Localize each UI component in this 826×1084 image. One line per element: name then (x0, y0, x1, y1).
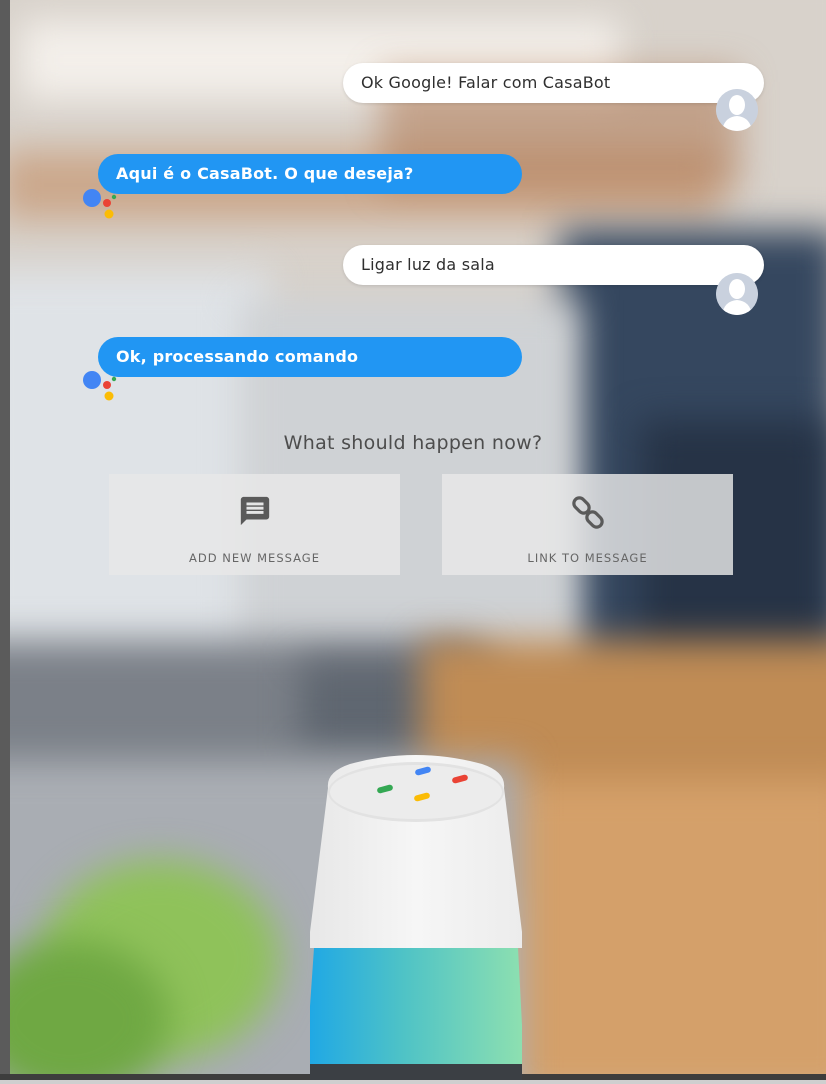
google-assistant-icon (82, 186, 118, 222)
user-avatar (716, 89, 758, 131)
next-step-prompt: What should happen now? (283, 432, 543, 454)
message-text: Ligar luz da sala (361, 255, 495, 274)
message-icon (238, 494, 272, 532)
add-new-message-button[interactable]: ADD NEW MESSAGE (109, 474, 400, 575)
link-icon (568, 494, 608, 538)
user-avatar (716, 273, 758, 315)
google-home-speaker (306, 752, 524, 1080)
bot-message-bubble: Aqui é o CasaBot. O que deseja? (98, 154, 522, 194)
message-text: Aqui é o CasaBot. O que deseja? (116, 164, 414, 183)
google-assistant-icon (82, 368, 118, 404)
message-text: Ok Google! Falar com CasaBot (361, 73, 611, 92)
bot-message-bubble: Ok, processando comando (98, 337, 522, 377)
action-label: LINK TO MESSAGE (527, 551, 648, 565)
user-message-bubble: Ok Google! Falar com CasaBot (343, 63, 764, 103)
user-message-bubble: Ligar luz da sala (343, 245, 764, 285)
action-label: ADD NEW MESSAGE (189, 551, 320, 565)
message-text: Ok, processando comando (116, 347, 359, 366)
link-to-message-button[interactable]: LINK TO MESSAGE (442, 474, 733, 575)
